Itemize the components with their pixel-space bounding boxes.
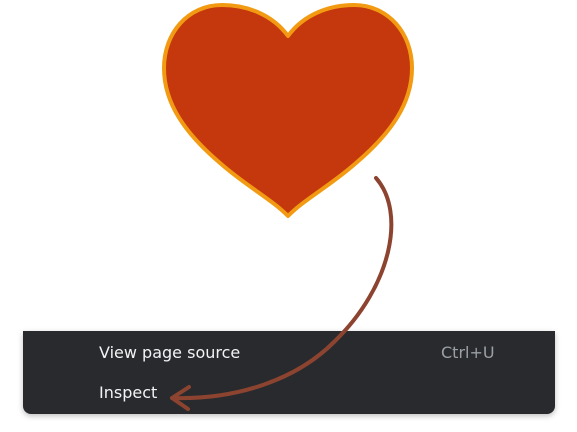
- menu-item-label: View page source: [99, 343, 241, 362]
- heart-shape: [162, 3, 414, 218]
- menu-item-view-page-source[interactable]: View page source Ctrl+U: [23, 334, 555, 372]
- context-menu: View page source Ctrl+U Inspect: [23, 331, 555, 414]
- menu-item-label: Inspect: [99, 383, 158, 402]
- menu-item-shortcut: Ctrl+U: [441, 343, 495, 362]
- menu-item-inspect[interactable]: Inspect: [23, 374, 555, 412]
